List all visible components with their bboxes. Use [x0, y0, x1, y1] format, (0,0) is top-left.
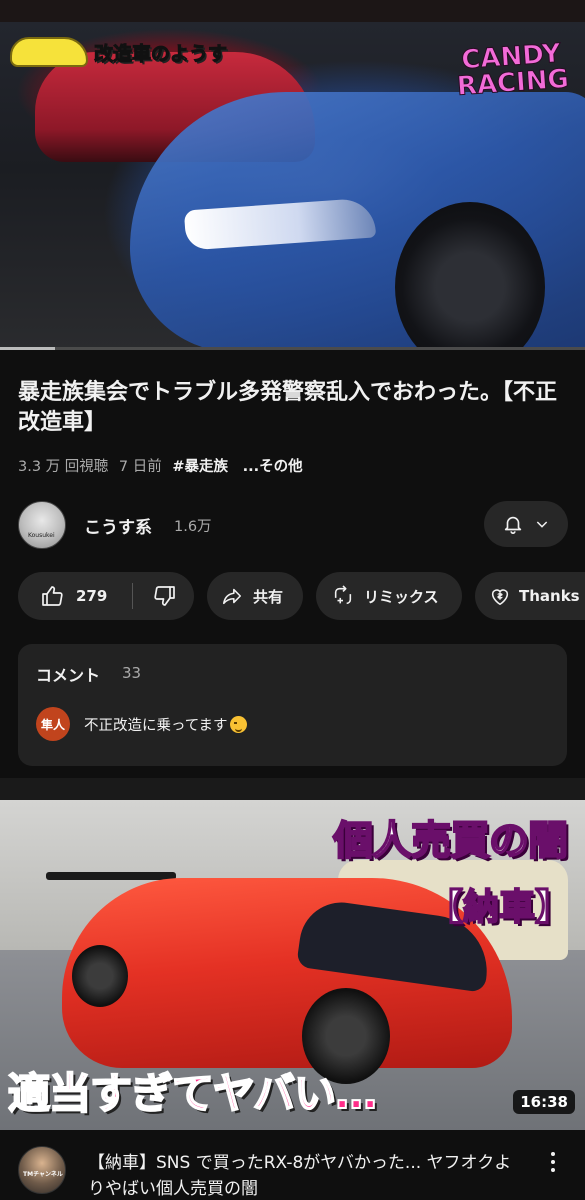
top-comment-text: 不正改造に乗ってます [84, 718, 228, 734]
share-button[interactable]: 共有 [207, 572, 303, 620]
yellow-car-icon [10, 37, 88, 67]
video-duration-badge: 16:38 [513, 1090, 575, 1114]
thumb-text-top: 個人売買の闇 [332, 817, 569, 865]
recommended-channel-avatar[interactable]: TMチャンネル [18, 1146, 66, 1194]
video-meta[interactable]: 3.3 万 回視聴 7 日前 #暴走族 ...その他 [18, 455, 309, 476]
like-icon [42, 586, 63, 606]
recommended-avatar-text: TMチャンネル [23, 1171, 63, 1178]
thumb-text-mid: 【納車】 [426, 886, 572, 929]
commenter-avatar: 隼人 [36, 707, 70, 741]
remix-icon [334, 585, 352, 605]
share-icon [222, 588, 242, 605]
logo-line-2: RACING [455, 64, 570, 103]
hashtag-link[interactable]: #暴走族 [172, 459, 228, 475]
recommended-info[interactable]: TMチャンネル 【納車】SNS で買ったRX-8がヤバかった... ヤフオクより… [18, 1146, 568, 1200]
video-overlay-text: 改造車のようす [93, 42, 228, 65]
dislike-icon [154, 586, 175, 606]
channel-name[interactable]: こうす系 [84, 513, 152, 538]
view-count: 3.3 万 回視聴 [18, 459, 109, 475]
like-dislike-chip: 279 [18, 572, 194, 620]
thumb-text-bottom: 適当すぎてヤバい… [7, 1068, 378, 1119]
channel-row[interactable]: Kousukei こうす系 1.6万 [18, 500, 568, 550]
channel-avatar[interactable]: Kousukei [18, 501, 66, 549]
candy-racing-logo: CANDY RACING [449, 30, 576, 110]
chevron-down-icon [536, 521, 548, 528]
like-count: 279 [76, 587, 108, 605]
status-bar-strip [0, 0, 585, 22]
video-progress-fill [0, 347, 55, 350]
thumb-rear-wheel [72, 945, 128, 1007]
wink-emoji-icon [229, 716, 247, 733]
top-comment: 不正改造に乗ってます [84, 714, 247, 735]
comments-panel[interactable]: コメント 33 隼人 不正改造に乗ってます [18, 644, 567, 766]
video-player[interactable]: 改造車のようす CANDY RACING [0, 22, 585, 349]
like-button[interactable]: 279 [18, 584, 132, 608]
dislike-button[interactable] [133, 584, 177, 608]
thanks-label: Thanks [519, 587, 580, 605]
thanks-button[interactable]: Thanks [475, 572, 585, 620]
thanks-icon [491, 589, 509, 606]
video-overlay-tag: 改造車のようす [10, 36, 228, 68]
upload-age: 7 日前 [118, 459, 162, 475]
more-vert-icon[interactable] [550, 1152, 556, 1172]
subscriber-count: 1.6万 [174, 519, 212, 535]
bell-icon [504, 516, 522, 534]
share-label: 共有 [253, 587, 284, 606]
recommended-title[interactable]: 【納車】SNS で買ったRX-8がヤバかった... ヤフオクよりやばい個人売買の… [88, 1150, 518, 1200]
remix-label: リミックス [364, 587, 439, 606]
action-chips: 279 共有 リミックス Thanks [18, 572, 585, 620]
remix-button[interactable]: リミックス [316, 572, 462, 620]
video-progress-bar[interactable] [0, 347, 585, 350]
thumb-spoiler [46, 872, 176, 880]
comments-count: 33 [122, 664, 142, 682]
recommended-thumbnail[interactable]: 個人売買の闇 【納車】 適当すぎてヤバい… 16:38 [0, 800, 585, 1130]
channel-avatar-text: Kousukei [28, 532, 55, 539]
subscribe-bell-button[interactable] [484, 501, 568, 547]
video-title[interactable]: 暴走族集会でトラブル多発警察乱入でおわった。【不正改造車】 [18, 378, 568, 438]
section-divider [0, 778, 585, 800]
comments-header: コメント [36, 666, 101, 685]
more-link[interactable]: ...その他 [243, 459, 303, 475]
